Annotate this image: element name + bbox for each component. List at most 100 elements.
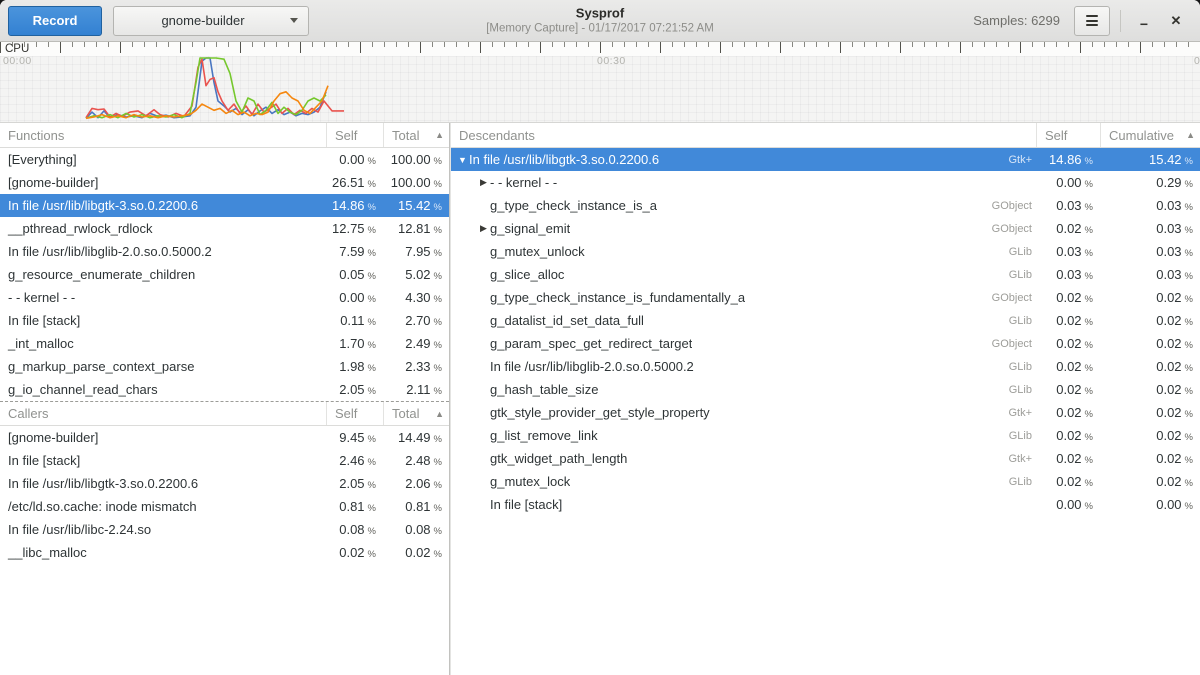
descendant-row[interactable]: g_datalist_id_set_data_fullGLib0.02%0.02… — [451, 309, 1200, 332]
ruler-tick — [732, 42, 733, 47]
percent-unit: % — [368, 386, 376, 397]
function-row[interactable]: _int_malloc1.70%2.49% — [0, 332, 449, 355]
caller-row[interactable]: [gnome-builder]9.45%14.49% — [0, 426, 449, 449]
library-tag: GLib — [999, 269, 1032, 281]
function-row[interactable]: In file /usr/lib/libgtk-3.so.0.2200.614.… — [0, 194, 449, 217]
caller-row-total-value: 0.81 — [405, 499, 430, 514]
ruler-tick — [984, 42, 985, 47]
caller-row-name: In file /usr/lib/libgtk-3.so.0.2200.6 — [0, 476, 326, 491]
descendant-row[interactable]: g_param_spec_get_redirect_targetGObject0… — [451, 332, 1200, 355]
expander-closed-icon[interactable]: ▶ — [477, 177, 490, 188]
ruler-tick — [96, 42, 97, 47]
descendant-tree-cell: g_slice_allocGLib — [451, 267, 1036, 282]
descendant-row[interactable]: g_hash_table_sizeGLib0.02%0.02% — [451, 378, 1200, 401]
descendant-row[interactable]: ▼In file /usr/lib/libgtk-3.so.0.2200.6Gt… — [451, 148, 1200, 171]
minimize-icon: − — [1140, 16, 1148, 32]
percent-unit: % — [434, 434, 442, 445]
functions-total-column-header[interactable]: Total▲ — [383, 123, 449, 147]
ruler-tick — [36, 42, 37, 47]
function-row-total-value: 15.42 — [398, 198, 431, 213]
caller-row[interactable]: __libc_malloc0.02%0.02% — [0, 541, 449, 564]
percent-unit: % — [1185, 225, 1193, 236]
sort-ascending-icon: ▲ — [1186, 130, 1195, 140]
ruler-tick — [240, 42, 241, 53]
descendant-row[interactable]: g_mutex_lockGLib0.02%0.02% — [451, 470, 1200, 493]
descendants-cumulative-column-header[interactable]: Cumulative▲ — [1100, 123, 1200, 147]
minimize-button[interactable]: − — [1128, 5, 1160, 37]
functions-column-header[interactable]: Functions — [0, 123, 326, 147]
function-row[interactable]: __pthread_rwlock_rdlock12.75%12.81% — [0, 217, 449, 240]
function-row[interactable]: g_io_channel_read_chars2.05%2.11% — [0, 378, 449, 401]
descendant-row[interactable]: ▶- - kernel - -0.00%0.29% — [451, 171, 1200, 194]
function-row-self: 2.05% — [326, 382, 383, 397]
percent-unit: % — [1185, 363, 1193, 374]
function-row[interactable]: [Everything]0.00%100.00% — [0, 148, 449, 171]
menu-button[interactable] — [1074, 6, 1110, 36]
ruler-tick — [792, 42, 793, 47]
expander-open-icon[interactable]: ▼ — [456, 155, 469, 165]
descendants-self-column-header[interactable]: Self — [1036, 123, 1100, 147]
function-row[interactable]: - - kernel - -0.00%4.30% — [0, 286, 449, 309]
function-row[interactable]: [gnome-builder]26.51%100.00% — [0, 171, 449, 194]
function-row-name: In file /usr/lib/libglib-2.0.so.0.5000.2 — [0, 244, 326, 259]
descendant-self-value: 0.02 — [1056, 405, 1081, 420]
descendant-row[interactable]: gtk_style_provider_get_style_propertyGtk… — [451, 401, 1200, 424]
close-button[interactable]: ✕ — [1160, 5, 1192, 37]
cpu-graph[interactable]: CPU 00:0000:3001:00 — [0, 42, 1200, 122]
record-button[interactable]: Record — [8, 6, 102, 36]
caller-row-total: 14.49% — [383, 430, 449, 445]
descendants-column-header[interactable]: Descendants — [451, 123, 1036, 147]
descendant-row[interactable]: g_slice_allocGLib0.03%0.03% — [451, 263, 1200, 286]
caller-row[interactable]: In file /usr/lib/libgtk-3.so.0.2200.62.0… — [0, 472, 449, 495]
descendant-row[interactable]: g_mutex_unlockGLib0.03%0.03% — [451, 240, 1200, 263]
caller-row-self-value: 9.45 — [339, 430, 364, 445]
descendant-self-value: 0.02 — [1056, 382, 1081, 397]
functions-self-column-header[interactable]: Self — [326, 123, 383, 147]
descendant-name: In file /usr/lib/libgtk-3.so.0.2200.6 — [469, 152, 659, 167]
descendant-row[interactable]: g_type_check_instance_is_aGObject0.03%0.… — [451, 194, 1200, 217]
ruler-tick — [1080, 42, 1081, 53]
process-selector-dropdown[interactable]: gnome-builder — [113, 6, 309, 36]
caller-row-total-value: 2.48 — [405, 453, 430, 468]
caller-row-self-value: 2.46 — [339, 453, 364, 468]
function-row[interactable]: g_resource_enumerate_children0.05%5.02% — [0, 263, 449, 286]
expander-closed-icon[interactable]: ▶ — [477, 223, 490, 234]
descendant-tree-cell: ▼In file /usr/lib/libgtk-3.so.0.2200.6Gt… — [451, 152, 1036, 167]
ruler-tick — [600, 42, 601, 53]
caller-row[interactable]: /etc/ld.so.cache: inode mismatch0.81%0.8… — [0, 495, 449, 518]
ruler-tick — [1164, 42, 1165, 47]
function-row[interactable]: g_markup_parse_context_parse1.98%2.33% — [0, 355, 449, 378]
descendant-row[interactable]: g_list_remove_linkGLib0.02%0.02% — [451, 424, 1200, 447]
descendant-row[interactable]: ▶g_signal_emitGObject0.02%0.03% — [451, 217, 1200, 240]
percent-unit: % — [434, 271, 442, 282]
callers-column-header[interactable]: Callers — [0, 402, 326, 425]
percent-unit: % — [1185, 478, 1193, 489]
descendant-self-value: 0.02 — [1056, 428, 1081, 443]
function-row-total-value: 5.02 — [405, 267, 430, 282]
callers-self-column-header[interactable]: Self — [326, 402, 383, 425]
percent-unit: % — [368, 156, 376, 167]
caller-row-total-value: 0.08 — [405, 522, 430, 537]
descendant-row[interactable]: g_type_check_instance_is_fundamentally_a… — [451, 286, 1200, 309]
descendant-name: g_signal_emit — [490, 221, 570, 236]
function-row-self: 14.86% — [326, 198, 383, 213]
ruler-tick — [948, 42, 949, 47]
caller-row[interactable]: In file /usr/lib/libc-2.24.so0.08%0.08% — [0, 518, 449, 541]
function-row[interactable]: In file [stack]0.11%2.70% — [0, 309, 449, 332]
caller-row[interactable]: In file [stack]2.46%2.48% — [0, 449, 449, 472]
callers-total-column-header[interactable]: Total▲ — [383, 402, 449, 425]
percent-unit: % — [434, 317, 442, 328]
ruler-tick — [1008, 42, 1009, 47]
percent-unit: % — [1085, 363, 1093, 374]
caller-row-name: __libc_malloc — [0, 545, 326, 560]
descendant-row[interactable]: In file /usr/lib/libglib-2.0.so.0.5000.2… — [451, 355, 1200, 378]
function-row[interactable]: In file /usr/lib/libglib-2.0.so.0.5000.2… — [0, 240, 449, 263]
descendant-self-value: 0.00 — [1056, 175, 1081, 190]
descendant-row[interactable]: gtk_widget_path_lengthGtk+0.02%0.02% — [451, 447, 1200, 470]
descendant-row[interactable]: In file [stack]0.00%0.00% — [451, 493, 1200, 516]
descendant-self: 0.02% — [1036, 405, 1100, 420]
descendant-name: g_type_check_instance_is_a — [490, 198, 657, 213]
percent-unit: % — [1085, 225, 1093, 236]
function-row-total: 2.33% — [383, 359, 449, 374]
percent-unit: % — [1085, 409, 1093, 420]
